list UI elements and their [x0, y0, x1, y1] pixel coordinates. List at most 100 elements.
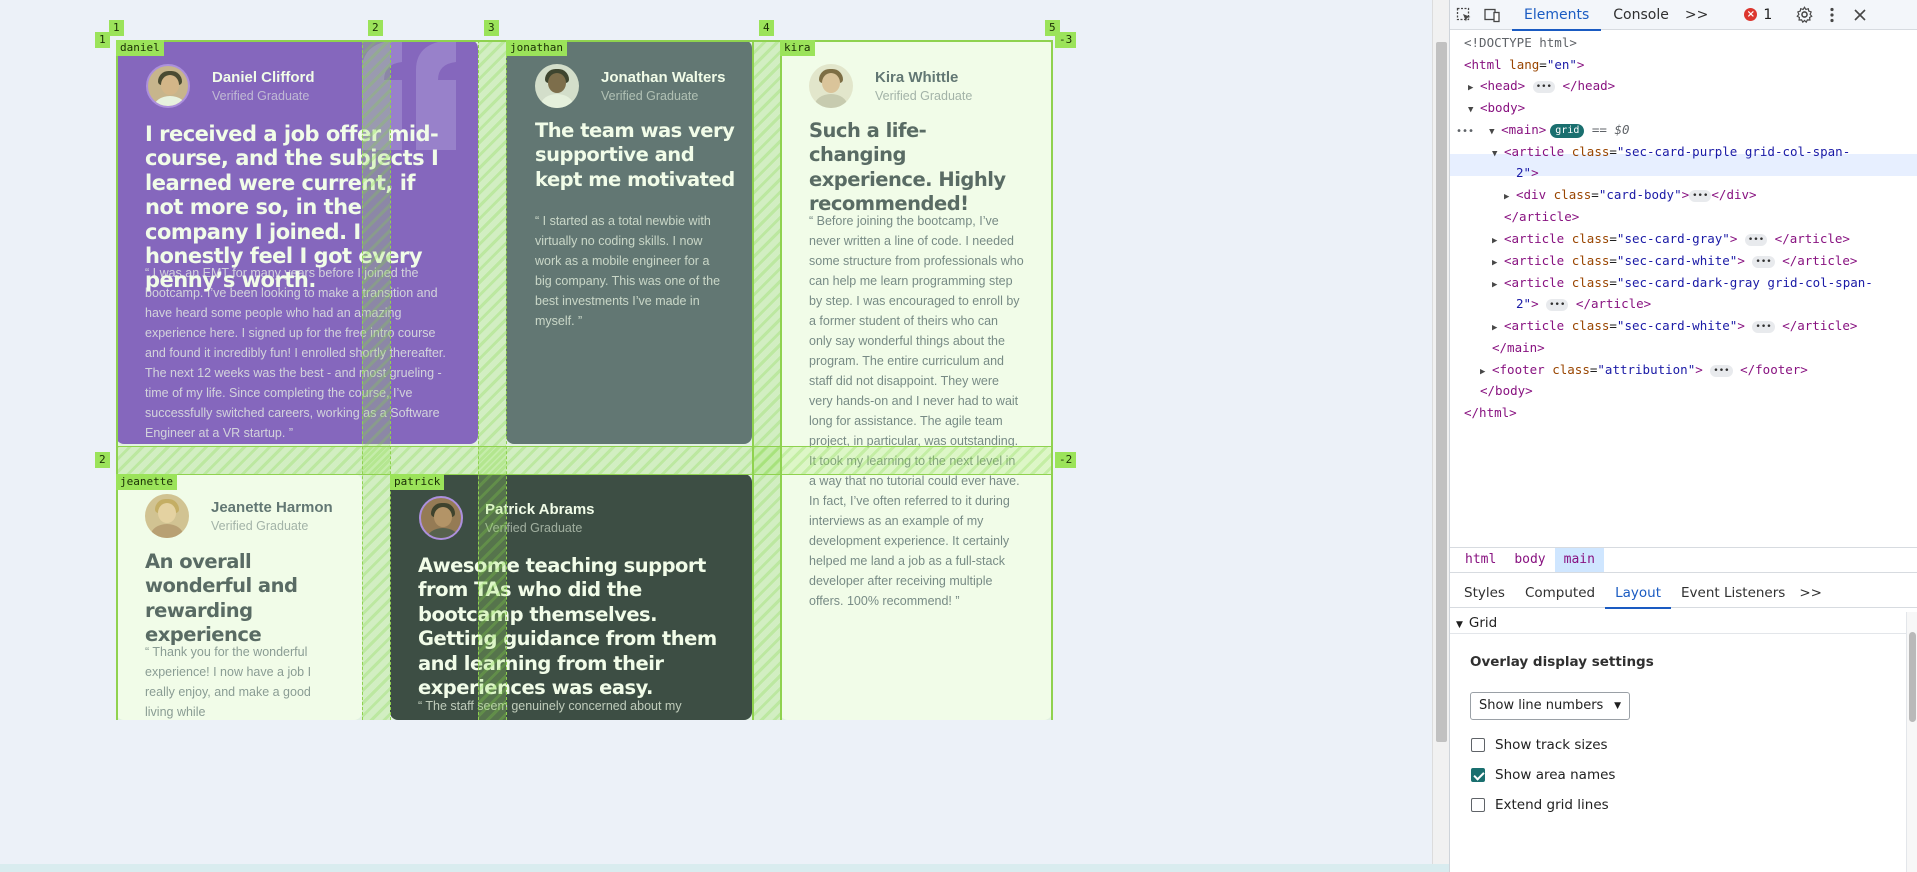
grid-area-name: patrick: [390, 474, 445, 490]
testimonial-card-daniel: Daniel Clifford Verified Graduate I rece…: [116, 40, 478, 444]
grid-column-number: 2: [368, 20, 383, 36]
grid-area-name: jeanette: [116, 474, 177, 490]
viewport-bottom-edge: [0, 864, 1449, 872]
author-daniel: Daniel Clifford Verified Graduate: [146, 64, 315, 108]
inspect-element-icon[interactable]: [1450, 0, 1478, 30]
dom-article-white[interactable]: ▶ <article class="sec-card-white"> ••• </…: [1492, 250, 1857, 275]
dom-article-purple[interactable]: ▼ <article class="sec-card-purple grid-co…: [1492, 141, 1850, 166]
line-display-select[interactable]: Show line numbers ▼: [1470, 692, 1630, 720]
more-panels-button[interactable]: >>: [1795, 578, 1826, 608]
grid-area-name: kira: [780, 40, 815, 56]
grid-line: [506, 40, 507, 720]
tab-styles[interactable]: Styles: [1454, 578, 1515, 608]
author-role: Verified Graduate: [875, 89, 973, 103]
dom-body-close: </body>: [1480, 383, 1533, 398]
testimonial-headline: The team was very supportive and kept me…: [535, 119, 735, 191]
author-role: Verified Graduate: [485, 521, 583, 535]
more-options-icon[interactable]: [1818, 0, 1846, 30]
dom-html-close: </html>: [1464, 405, 1517, 420]
avatar: [146, 64, 190, 108]
extend-grid-lines-option[interactable]: Extend grid lines: [1471, 797, 1609, 813]
gear-icon[interactable]: [1790, 0, 1818, 30]
dom-head-node[interactable]: ▶ <head> ••• </head>: [1468, 75, 1615, 100]
dom-main-node[interactable]: ••• ▼ <main> grid == $0: [1456, 119, 1630, 144]
tab-elements[interactable]: Elements: [1512, 0, 1602, 31]
more-tabs-button[interactable]: >>: [1681, 0, 1712, 30]
author-jeanette: Jeanette Harmon Verified Graduate: [145, 494, 333, 538]
testimonial-headline: An overall wonderful and rewarding exper…: [145, 550, 298, 647]
grid-section-header[interactable]: ▼ Grid: [1450, 612, 1908, 634]
dom-tree: <!DOCTYPE html> <html lang="en"> ▶ <head>…: [1450, 32, 1917, 540]
checkbox[interactable]: [1471, 738, 1485, 752]
select-value: Show line numbers: [1479, 698, 1604, 713]
testimonial-quote: “ I was an EMT for many years before I j…: [145, 266, 446, 440]
tab-layout[interactable]: Layout: [1605, 578, 1671, 609]
breadcrumb-main[interactable]: main: [1554, 548, 1604, 572]
dom-article-gray[interactable]: ▶ <article class="sec-card-gray"> ••• </a…: [1492, 228, 1850, 253]
testimonial-quote: “ Thank you for the wonderful experience…: [145, 645, 312, 719]
testimonial-quote: “ The staff seem genuinely concerned abo…: [418, 699, 682, 720]
page-scrollbar[interactable]: [1432, 0, 1449, 872]
dom-body-node[interactable]: ▼ <body>: [1468, 97, 1525, 122]
checkbox[interactable]: [1471, 768, 1485, 782]
author-jonathan: Jonathan Walters Verified Graduate: [535, 64, 725, 108]
grid-line: [116, 474, 1052, 475]
grid-row-number: -2: [1055, 452, 1077, 468]
show-track-sizes-option[interactable]: Show track sizes: [1471, 737, 1608, 753]
avatar: [419, 496, 463, 540]
grid-badge[interactable]: grid: [1550, 123, 1585, 138]
grid-column-number: 4: [759, 20, 774, 36]
dom-article-dark-gray-cont: 2"> ••• </article>: [1516, 296, 1652, 311]
overlay-settings-title: Overlay display settings: [1470, 654, 1654, 670]
testimonial-card-patrick: Patrick Abrams Verified Graduate Awesome…: [390, 474, 752, 720]
testimonial-card-jonathan: Jonathan Walters Verified Graduate The t…: [506, 40, 752, 444]
grid-line: [116, 446, 1052, 447]
grid-row-number: 2: [95, 452, 110, 468]
author-role: Verified Graduate: [211, 519, 309, 533]
checkbox-label: Show track sizes: [1495, 737, 1608, 753]
scrollbar-thumb[interactable]: [1436, 42, 1447, 742]
tab-computed[interactable]: Computed: [1515, 578, 1605, 608]
breadcrumb-html[interactable]: html: [1456, 548, 1505, 572]
dom-article-purple-cont: 2">: [1516, 165, 1539, 180]
testimonial-quote: “ Before joining the bootcamp, I’ve neve…: [809, 214, 1024, 608]
dom-article-white-2[interactable]: ▶ <article class="sec-card-white"> ••• </…: [1492, 315, 1857, 340]
grid-line: [1051, 40, 1053, 720]
grid-line: [116, 40, 1052, 42]
avatar: [535, 64, 579, 108]
close-icon[interactable]: [1846, 0, 1874, 30]
error-icon: ×: [1744, 8, 1758, 21]
dom-main-close: </main>: [1492, 340, 1545, 355]
grid-line: [390, 40, 391, 720]
checkbox[interactable]: [1471, 798, 1485, 812]
author-role: Verified Graduate: [601, 89, 699, 103]
author-name: Patrick Abrams: [485, 501, 595, 518]
sidebar-panel-tabs: Styles Computed Layout Event Listeners >…: [1450, 578, 1917, 609]
collapse-triangle-icon: ▼: [1456, 620, 1463, 630]
scrollbar-thumb[interactable]: [1909, 632, 1916, 722]
tab-event-listeners[interactable]: Event Listeners: [1671, 578, 1795, 608]
author-kira: Kira Whittle Verified Graduate: [809, 64, 972, 108]
grid-column-number: 1: [109, 20, 124, 36]
dom-html-node[interactable]: <html lang="en">: [1464, 54, 1584, 76]
grid-line: [116, 40, 118, 720]
avatar: [809, 64, 853, 108]
devtools-scrollbar[interactable]: [1906, 612, 1917, 872]
author-name: Jeanette Harmon: [211, 499, 333, 516]
author-name: Daniel Clifford: [212, 69, 315, 86]
show-area-names-option[interactable]: Show area names: [1471, 767, 1615, 783]
dom-card-body-node[interactable]: ▶ <div class="card-body"> ••• </div>: [1504, 184, 1757, 209]
author-role: Verified Graduate: [212, 89, 310, 103]
testimonial-headline: Such a life-changing experience. Highly …: [809, 119, 1006, 216]
device-toolbar-icon[interactable]: [1478, 0, 1506, 30]
testimonial-quote: “ I started as a total newbie with virtu…: [535, 214, 721, 328]
error-counter[interactable]: × 1: [1744, 7, 1772, 23]
error-count: 1: [1763, 6, 1773, 23]
testimonial-headline: Awesome teaching support from TAs who di…: [418, 554, 717, 700]
grid-row-number: 1: [95, 32, 110, 48]
tab-console[interactable]: Console: [1601, 0, 1681, 30]
grid-column-gap: [752, 40, 780, 720]
breadcrumb-body[interactable]: body: [1505, 548, 1554, 572]
dom-doctype[interactable]: <!DOCTYPE html>: [1464, 32, 1577, 54]
grid-area-name: daniel: [116, 40, 164, 56]
